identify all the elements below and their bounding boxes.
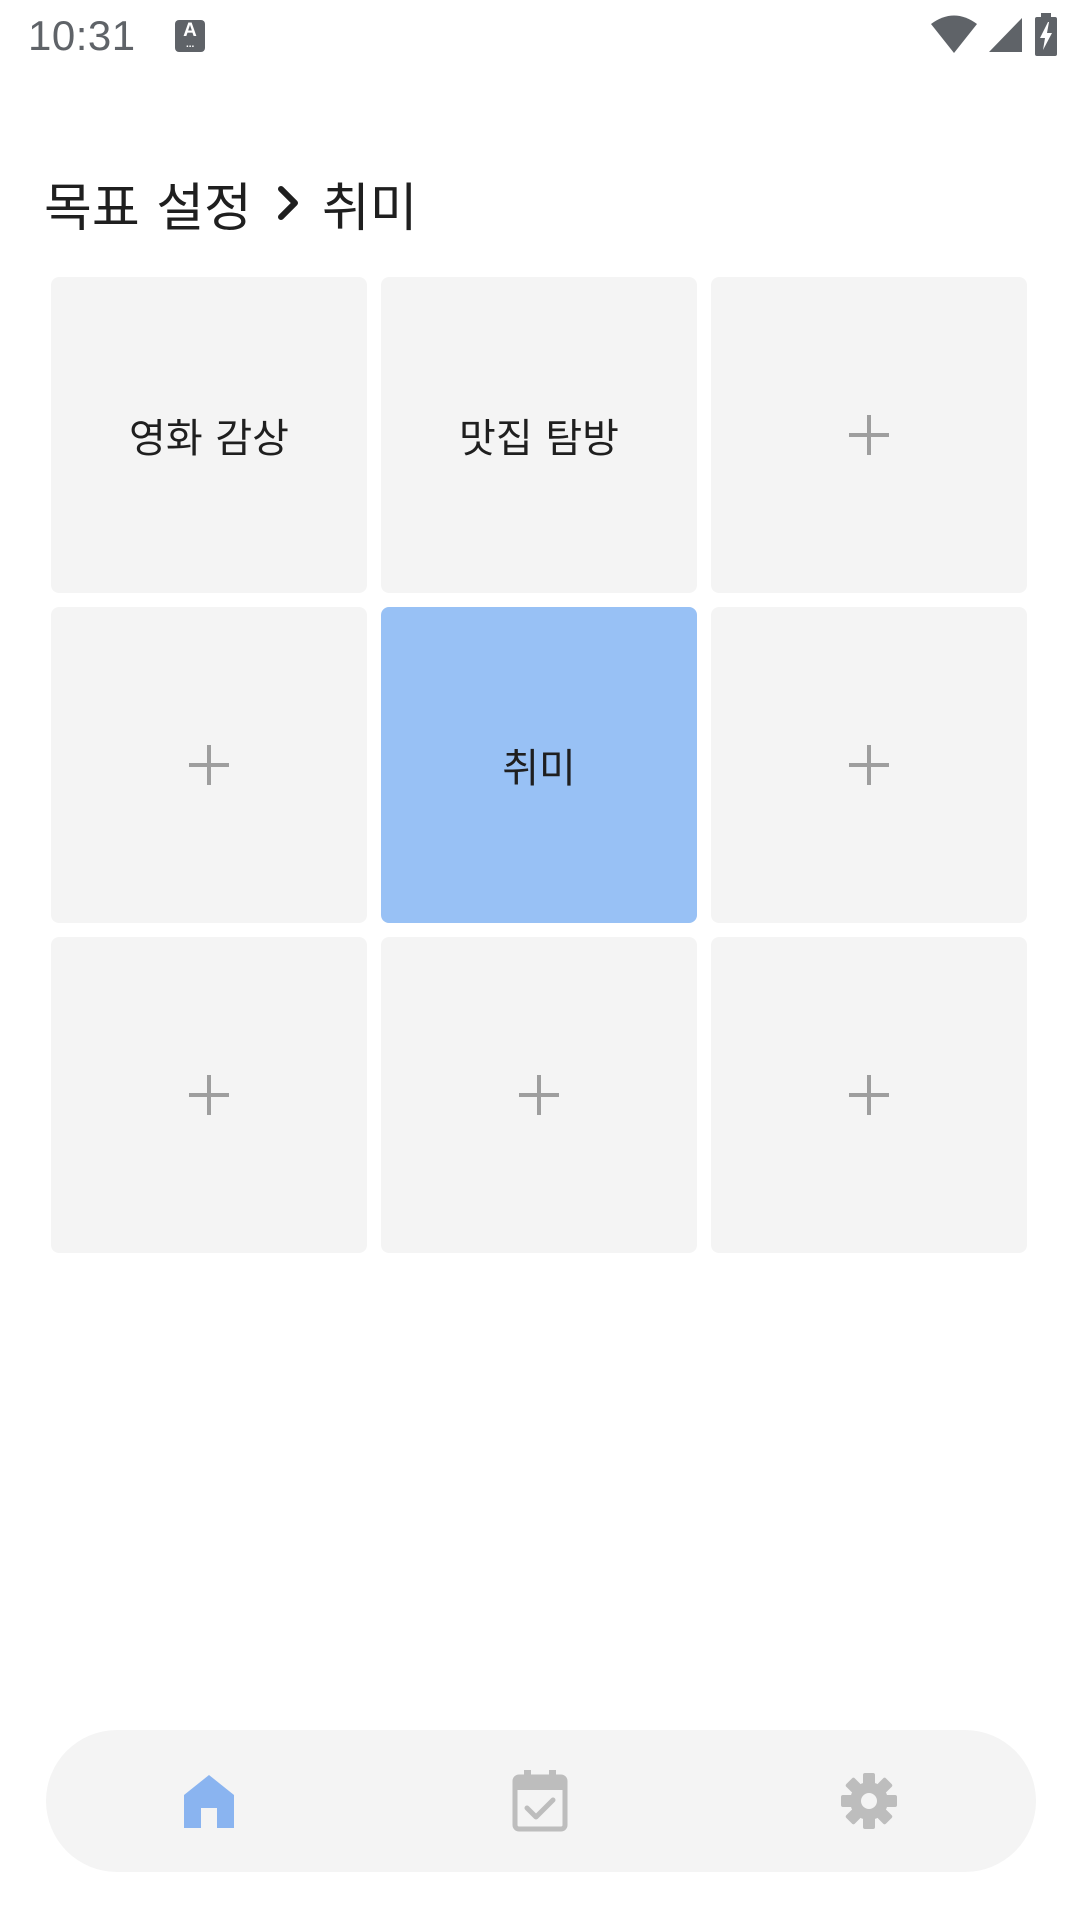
goal-grid: 영화 감상 맛집 탐방 취미 (51, 277, 1031, 1253)
add-goal-cell[interactable] (711, 607, 1027, 923)
add-goal-cell[interactable] (51, 937, 367, 1253)
home-icon (184, 1775, 234, 1828)
nav-calendar-button[interactable] (470, 1730, 610, 1872)
battery-charging-icon (1035, 13, 1057, 56)
breadcrumb: 목표 설정 취미 (44, 166, 418, 241)
center-goal-label: 취미 (502, 746, 576, 792)
nav-settings-button[interactable] (799, 1730, 939, 1872)
plus-icon (847, 743, 891, 787)
a-icon: A... (175, 20, 205, 52)
nav-home-button[interactable] (139, 1730, 279, 1872)
status-bar: 10:31 A... (0, 0, 1080, 72)
add-goal-cell[interactable] (51, 607, 367, 923)
breadcrumb-current: 취미 (321, 178, 418, 239)
plus-icon (847, 413, 891, 457)
goal-cell-label: 영화 감상 (129, 416, 289, 462)
plus-icon (187, 743, 231, 787)
add-goal-cell[interactable] (711, 277, 1027, 593)
chevron-right-icon (276, 183, 302, 223)
goal-cell-label: 맛집 탐방 (459, 416, 619, 462)
plus-icon (517, 1073, 561, 1117)
signal-icon (989, 18, 1022, 52)
add-goal-cell[interactable] (711, 937, 1027, 1253)
add-goal-cell[interactable] (381, 937, 697, 1253)
breadcrumb-parent[interactable]: 목표 설정 (44, 166, 252, 241)
status-time: 10:31 (28, 12, 136, 59)
plus-icon (847, 1073, 891, 1117)
goal-cell-restaurant[interactable]: 맛집 탐방 (381, 277, 697, 593)
center-goal-cell[interactable]: 취미 (381, 607, 697, 923)
plus-icon (187, 1073, 231, 1117)
goal-cell-movie[interactable]: 영화 감상 (51, 277, 367, 593)
gear-icon (841, 1773, 897, 1829)
bottom-nav (46, 1730, 1036, 1872)
wifi-icon (931, 15, 977, 53)
status-icons (930, 13, 1058, 56)
calendar-check-icon (512, 1770, 568, 1832)
